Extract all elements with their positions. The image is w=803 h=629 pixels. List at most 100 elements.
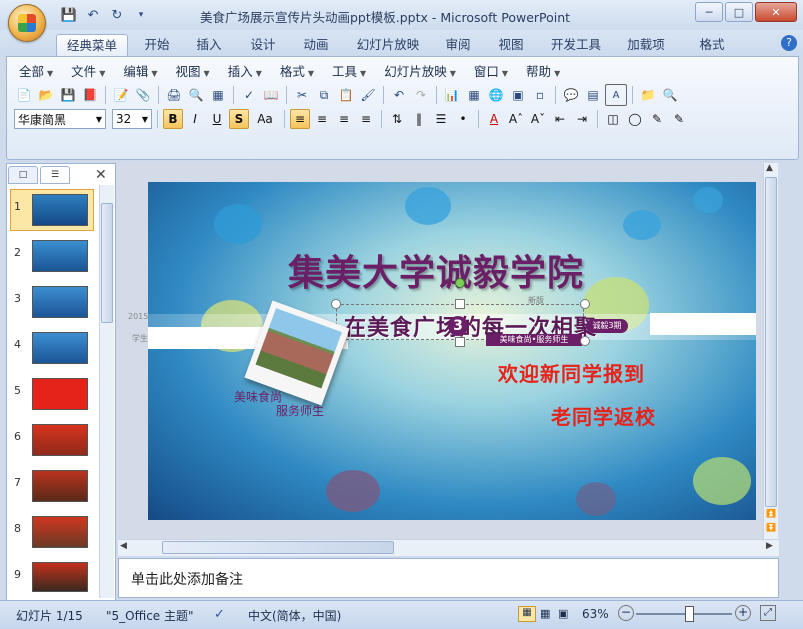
slide-horizontal-scrollbar[interactable]: ◀ ▶ <box>118 539 779 556</box>
menu-window[interactable]: 窗口 ▼ <box>467 62 515 82</box>
return-line[interactable]: 老同学返校 <box>551 401 656 430</box>
shrink-font-icon[interactable]: Aˇ <box>528 109 548 129</box>
cut-icon[interactable]: ✂ <box>292 85 312 105</box>
table-icon[interactable]: ▦ <box>464 85 484 105</box>
slideshow-view-icon[interactable]: ▣ <box>558 607 568 620</box>
tab-developer[interactable]: 开发工具 <box>543 34 609 56</box>
save-pdf-icon[interactable]: 📕 <box>80 85 100 105</box>
zoom-slider-thumb[interactable] <box>684 606 694 622</box>
change-case-button[interactable]: Aa <box>251 109 279 129</box>
resize-handle[interactable] <box>580 336 590 346</box>
numbering-icon[interactable]: ☰ <box>431 109 451 129</box>
tab-animation[interactable]: 动画 <box>295 34 337 56</box>
grow-font-icon[interactable]: Aˆ <box>506 109 526 129</box>
zoom-level[interactable]: 63% <box>582 607 609 621</box>
slide-thumbnail-7[interactable] <box>32 470 88 502</box>
slide-title[interactable]: 集美大学诚毅学院 <box>288 244 584 296</box>
color-grayscale-icon[interactable]: ▣ <box>508 85 528 105</box>
slide-thumbnail-3[interactable] <box>32 286 88 318</box>
menu-tools[interactable]: 工具 ▼ <box>325 62 373 82</box>
scroll-up-icon[interactable]: ▲ <box>766 163 773 173</box>
previous-slide-icon[interactable]: ⏫ <box>766 509 776 518</box>
bold-button[interactable]: B <box>163 109 183 129</box>
align-right-icon[interactable]: ≡ <box>334 109 354 129</box>
slide-thumbnail-4[interactable] <box>32 332 88 364</box>
resize-handle[interactable] <box>455 299 465 309</box>
tab-insert[interactable]: 插入 <box>188 34 230 56</box>
scroll-right-icon[interactable]: ▶ <box>766 541 773 551</box>
shadow-button[interactable]: S <box>229 109 249 129</box>
menu-format[interactable]: 格式 ▼ <box>273 62 321 82</box>
redo-icon[interactable]: ↷ <box>411 85 431 105</box>
menu-edit[interactable]: 编辑 ▼ <box>116 62 164 82</box>
close-button[interactable]: ✕ <box>755 2 797 22</box>
thumbnails-scrollbar[interactable] <box>99 185 114 598</box>
spelling-check-icon[interactable]: ✓ <box>214 607 225 622</box>
tab-slideshow[interactable]: 幻灯片放映 <box>350 34 426 56</box>
quick-styles-icon[interactable]: ✎ <box>647 109 667 129</box>
menu-help[interactable]: 帮助 ▼ <box>519 62 567 82</box>
text-direction-icon[interactable]: ⇅ <box>387 109 407 129</box>
text-box-icon[interactable]: A <box>605 84 627 106</box>
permission-icon[interactable]: 📝 <box>111 85 131 105</box>
slide-thumbnail-5[interactable] <box>32 378 88 410</box>
tab-design[interactable]: 设计 <box>242 34 284 56</box>
fill-color-icon[interactable]: ✎ <box>669 109 689 129</box>
help-icon[interactable]: ? <box>781 35 797 51</box>
hyperlink-icon[interactable]: 🌐 <box>486 85 506 105</box>
new-icon[interactable]: 📄 <box>14 85 34 105</box>
tab-review[interactable]: 审阅 <box>437 34 479 56</box>
redo-icon[interactable]: ↻ <box>108 6 126 24</box>
slide-thumbnail-2[interactable] <box>32 240 88 272</box>
increase-indent-icon[interactable]: ⇥ <box>572 109 592 129</box>
attach-icon[interactable]: 📎 <box>133 85 153 105</box>
menu-all[interactable]: 全部 ▼ <box>12 62 60 82</box>
font-color-icon[interactable]: A <box>484 109 504 129</box>
close-panel-icon[interactable]: ✕ <box>95 167 107 183</box>
rotate-handle[interactable] <box>455 278 465 288</box>
copy-icon[interactable]: ⧉ <box>314 85 334 105</box>
office-button[interactable] <box>8 4 46 42</box>
justify-icon[interactable]: ≡ <box>356 109 376 129</box>
scroll-left-icon[interactable]: ◀ <box>120 541 127 551</box>
slide-canvas[interactable]: 集美大学诚毅学院 在美食广场的每一次相聚 3 美味食尚•服务师生 诚毅3期 新版… <box>148 182 756 520</box>
outline-tab-icon[interactable]: ☰ <box>40 166 70 184</box>
font-size-select[interactable]: 32 ▼ <box>112 109 152 129</box>
menu-slideshow[interactable]: 幻灯片放映 ▼ <box>377 62 463 82</box>
language-indicator[interactable]: 中文(简体，中国) <box>248 607 341 624</box>
underline-button[interactable]: U <box>207 109 227 129</box>
new-comment-icon[interactable]: 💬 <box>561 85 581 105</box>
slide-thumbnail-1[interactable] <box>32 194 88 226</box>
tab-view[interactable]: 视图 <box>490 34 532 56</box>
research-icon[interactable]: 📖 <box>261 85 281 105</box>
save-icon[interactable]: 💾 <box>58 85 78 105</box>
resize-handle[interactable] <box>455 337 465 347</box>
menu-insert[interactable]: 插入 ▼ <box>221 62 269 82</box>
print-preview-icon[interactable]: 🔍 <box>186 85 206 105</box>
undo-icon[interactable]: ↶ <box>84 6 102 24</box>
paste-icon[interactable]: 📋 <box>336 85 356 105</box>
tab-addins[interactable]: 加载项 <box>620 34 672 56</box>
next-slide-icon[interactable]: ⏬ <box>766 523 776 532</box>
slide-sorter-icon[interactable]: ▦ <box>540 607 550 620</box>
layout-icon[interactable]: ▤ <box>583 85 603 105</box>
maximize-button[interactable]: □ <box>725 2 753 22</box>
open-icon[interactable]: 📂 <box>36 85 56 105</box>
spelling-icon[interactable]: ✓ <box>239 85 259 105</box>
scrollbar-thumb[interactable] <box>101 203 113 323</box>
normal-view-icon[interactable]: ▦ <box>518 606 536 622</box>
slide-vertical-scrollbar[interactable]: ▲ ⏫ ⏬ <box>763 163 778 539</box>
notes-pane[interactable]: 单击此处添加备注 <box>118 558 779 598</box>
italic-button[interactable]: I <box>185 109 205 129</box>
tab-classic-menu[interactable]: 经典菜单 <box>56 34 128 57</box>
slide-thumbnail-6[interactable] <box>32 424 88 456</box>
slide-thumbnail-9[interactable] <box>32 562 88 592</box>
menu-view[interactable]: 视图 ▼ <box>169 62 217 82</box>
scrollbar-thumb[interactable] <box>765 177 777 507</box>
welcome-line[interactable]: 欢迎新同学报到 <box>498 358 645 387</box>
folder-icon[interactable]: 📁 <box>638 85 658 105</box>
tab-home[interactable]: 开始 <box>136 34 178 56</box>
fit-to-window-icon[interactable]: ⤢ <box>760 605 776 621</box>
new-slide-icon[interactable]: ▫ <box>530 85 550 105</box>
minimize-button[interactable]: ─ <box>695 2 723 22</box>
